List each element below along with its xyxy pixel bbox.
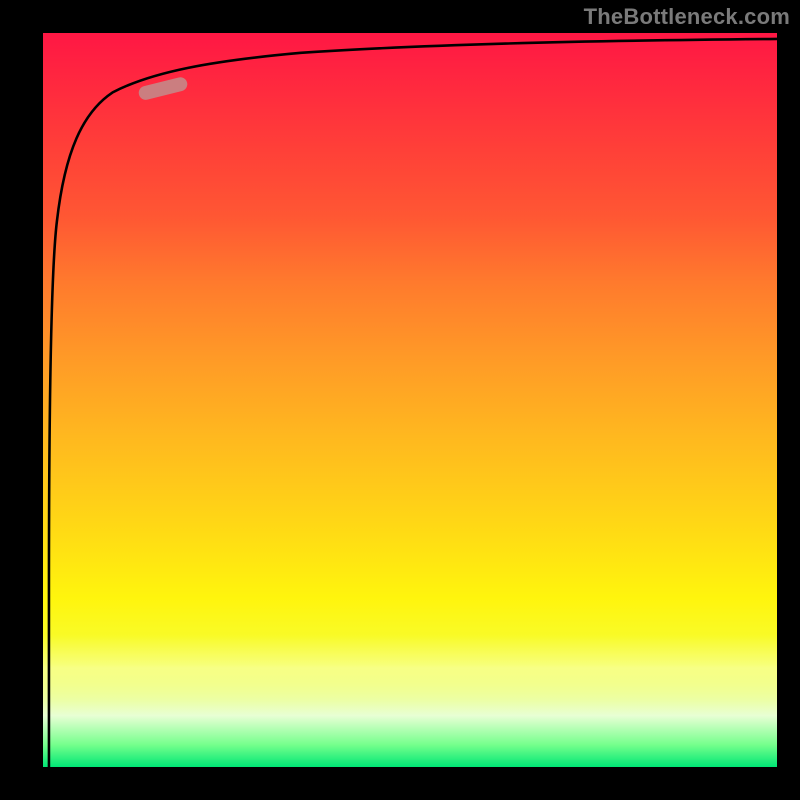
curve-layer [43,33,777,767]
plot-area [40,30,780,770]
chart-canvas: TheBottleneck.com [0,0,800,800]
watermark-label: TheBottleneck.com [584,4,790,30]
main-curve [49,39,777,767]
